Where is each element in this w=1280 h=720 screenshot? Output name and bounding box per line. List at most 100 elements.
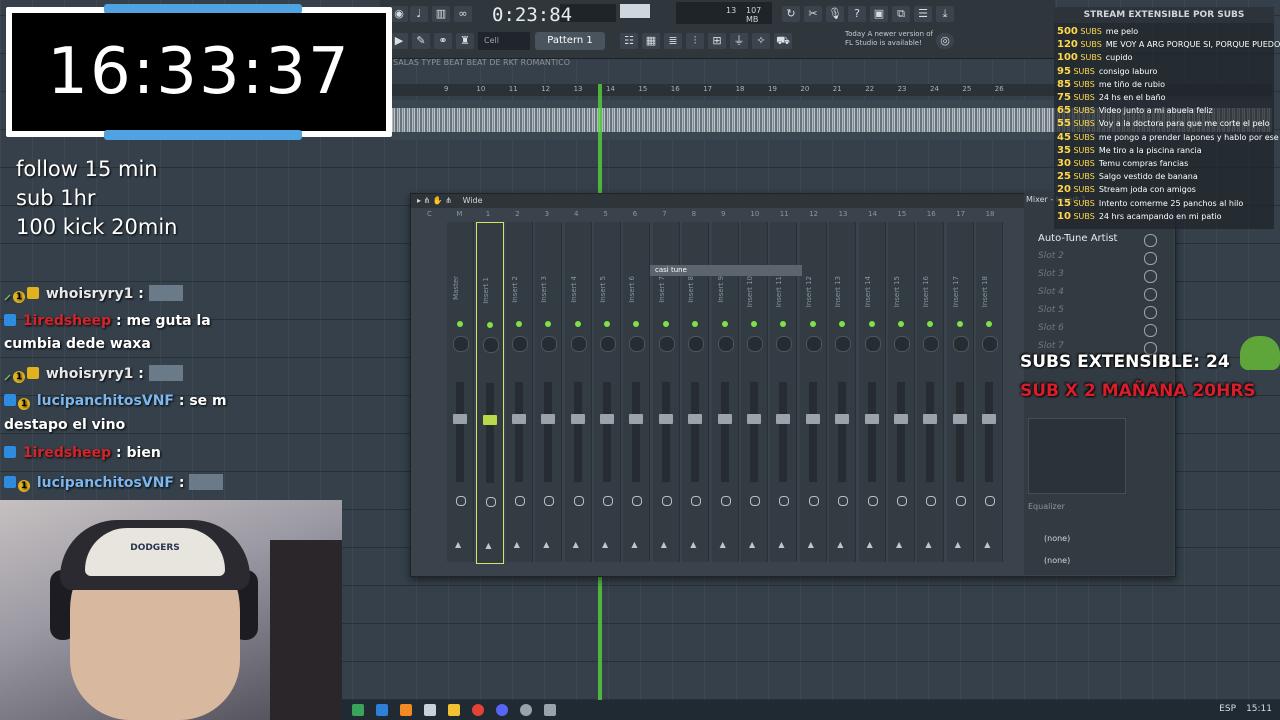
strip-enable-led[interactable]: [662, 321, 669, 327]
pan-knob[interactable]: [894, 336, 910, 352]
slot-mix-knob[interactable]: [1144, 306, 1157, 319]
mixer-strip-insert[interactable]: Insert 12 ▲: [799, 222, 827, 562]
volume-fader-track[interactable]: [632, 382, 641, 482]
fx-slot[interactable]: Slot 3: [1038, 269, 1064, 279]
route-arrow-icon[interactable]: ▲: [455, 540, 461, 549]
volume-fader-track[interactable]: [691, 382, 700, 482]
volume-fader-handle[interactable]: [541, 414, 556, 424]
pan-knob[interactable]: [600, 336, 616, 352]
mixer-strip-insert[interactable]: Insert 15 ▲: [888, 222, 915, 562]
route-knob[interactable]: [603, 496, 613, 506]
mixer-strip-insert[interactable]: Insert 17 ▲: [946, 222, 974, 562]
strip-enable-led[interactable]: [574, 321, 581, 327]
route-arrow-icon[interactable]: ▲: [867, 540, 873, 549]
mixer-strip-insert[interactable]: Insert 2 ▲: [505, 222, 533, 562]
strip-enable-led[interactable]: [868, 321, 875, 327]
route-arrow-icon[interactable]: ▲: [661, 540, 667, 549]
route-knob[interactable]: [779, 496, 790, 506]
strip-enable-led[interactable]: [780, 321, 787, 327]
pan-knob[interactable]: [952, 336, 969, 352]
mixer-view-mode[interactable]: Wide: [463, 196, 483, 205]
pan-knob[interactable]: [453, 336, 469, 352]
fx-slot[interactable]: Slot 5: [1038, 305, 1064, 315]
stamp-icon[interactable]: ♜: [456, 33, 474, 49]
route-arrow-icon[interactable]: ▲: [485, 541, 491, 550]
update-notice[interactable]: Today A newer version of FL Studio is av…: [845, 30, 935, 48]
volume-fader-handle[interactable]: [776, 414, 791, 424]
pan-knob[interactable]: [570, 336, 587, 352]
pan-knob[interactable]: [629, 336, 646, 352]
volume-fader-track[interactable]: [514, 382, 523, 482]
mixer-strip-insert[interactable]: Insert 3 ▲: [535, 222, 563, 562]
volume-fader-handle[interactable]: [717, 414, 732, 424]
fx-slot[interactable]: Slot 6: [1038, 323, 1064, 333]
strip-enable-led[interactable]: [751, 321, 757, 327]
strip-enable-led[interactable]: [809, 321, 816, 327]
browser-icon[interactable]: ⊞: [708, 33, 726, 49]
volume-fader-handle[interactable]: [805, 414, 820, 424]
plug-icon[interactable]: ⏚: [730, 33, 748, 49]
route-knob[interactable]: [985, 496, 996, 506]
volume-fader-track[interactable]: [573, 382, 582, 482]
volume-fader-handle[interactable]: [658, 414, 673, 424]
folder-icon[interactable]: [448, 704, 460, 716]
route-arrow-icon[interactable]: ▲: [925, 540, 931, 549]
app-icon[interactable]: [424, 704, 436, 716]
volume-icon[interactable]: [544, 704, 556, 716]
route-knob[interactable]: [867, 496, 878, 506]
route-arrow-icon[interactable]: ▲: [955, 540, 961, 549]
save-icon[interactable]: ▣: [870, 6, 888, 22]
slot-mix-knob[interactable]: [1144, 252, 1157, 265]
strip-enable-led[interactable]: [487, 322, 494, 328]
volume-fader-track[interactable]: [544, 382, 553, 482]
fl-studio-icon[interactable]: [400, 704, 412, 716]
route-knob[interactable]: [514, 496, 525, 506]
pan-knob[interactable]: [776, 336, 793, 352]
route-knob[interactable]: [544, 496, 555, 506]
chat-icon[interactable]: ☰: [914, 6, 932, 22]
pan-knob[interactable]: [747, 336, 763, 352]
pan-knob[interactable]: [511, 336, 528, 352]
route-knob[interactable]: [750, 496, 760, 506]
volume-fader-handle[interactable]: [453, 414, 467, 424]
mixer-strip-insert[interactable]: Insert 18 ▲: [976, 222, 1004, 562]
mixer-strip-insert[interactable]: Insert 16 ▲: [917, 222, 945, 562]
route-knob[interactable]: [897, 496, 907, 506]
mic-icon[interactable]: 🎙: [826, 6, 844, 22]
route-arrow-icon[interactable]: ▲: [837, 540, 843, 549]
route-knob[interactable]: [632, 496, 643, 506]
piano-icon[interactable]: ▥: [432, 6, 450, 22]
route-knob[interactable]: [486, 497, 497, 507]
pencil-icon[interactable]: ✎: [412, 33, 430, 49]
pan-knob[interactable]: [835, 336, 852, 352]
route-knob[interactable]: [720, 496, 731, 506]
strip-enable-led[interactable]: [633, 321, 640, 327]
volume-fader-handle[interactable]: [835, 414, 850, 424]
route-arrow-icon[interactable]: ▲: [543, 540, 549, 549]
strip-enable-led[interactable]: [839, 321, 846, 327]
route-arrow-icon[interactable]: ▲: [602, 540, 608, 549]
route-knob[interactable]: [926, 496, 937, 506]
volume-fader-handle[interactable]: [688, 414, 703, 424]
mixer-strip-insert[interactable]: Insert 13 ▲: [829, 222, 857, 562]
fx-slot[interactable]: Slot 2: [1038, 251, 1064, 261]
strip-enable-led[interactable]: [515, 321, 522, 327]
route-arrow-icon[interactable]: ▲: [896, 540, 902, 549]
route-arrow-icon[interactable]: ▲: [573, 540, 579, 549]
chrome-icon[interactable]: [472, 704, 484, 716]
obs-icon[interactable]: [520, 704, 532, 716]
route-knob[interactable]: [661, 496, 672, 506]
volume-fader-track[interactable]: [486, 383, 495, 483]
discord-icon[interactable]: [496, 704, 508, 716]
volume-fader-handle[interactable]: [629, 414, 644, 424]
pattern-selector[interactable]: Pattern 1: [535, 32, 605, 50]
volume-fader-track[interactable]: [456, 382, 464, 482]
fx-slot[interactable]: Auto-Tune Artist: [1038, 233, 1117, 244]
mixer-strip-master[interactable]: Master ▲: [447, 222, 474, 562]
route-arrow-icon[interactable]: ▲: [749, 540, 755, 549]
strip-enable-led[interactable]: [898, 321, 904, 327]
volume-fader-handle[interactable]: [570, 414, 585, 424]
slot-mix-knob[interactable]: [1144, 270, 1157, 283]
link-icon[interactable]: ⚭: [434, 33, 452, 49]
cart-icon[interactable]: ⛟: [774, 33, 792, 49]
